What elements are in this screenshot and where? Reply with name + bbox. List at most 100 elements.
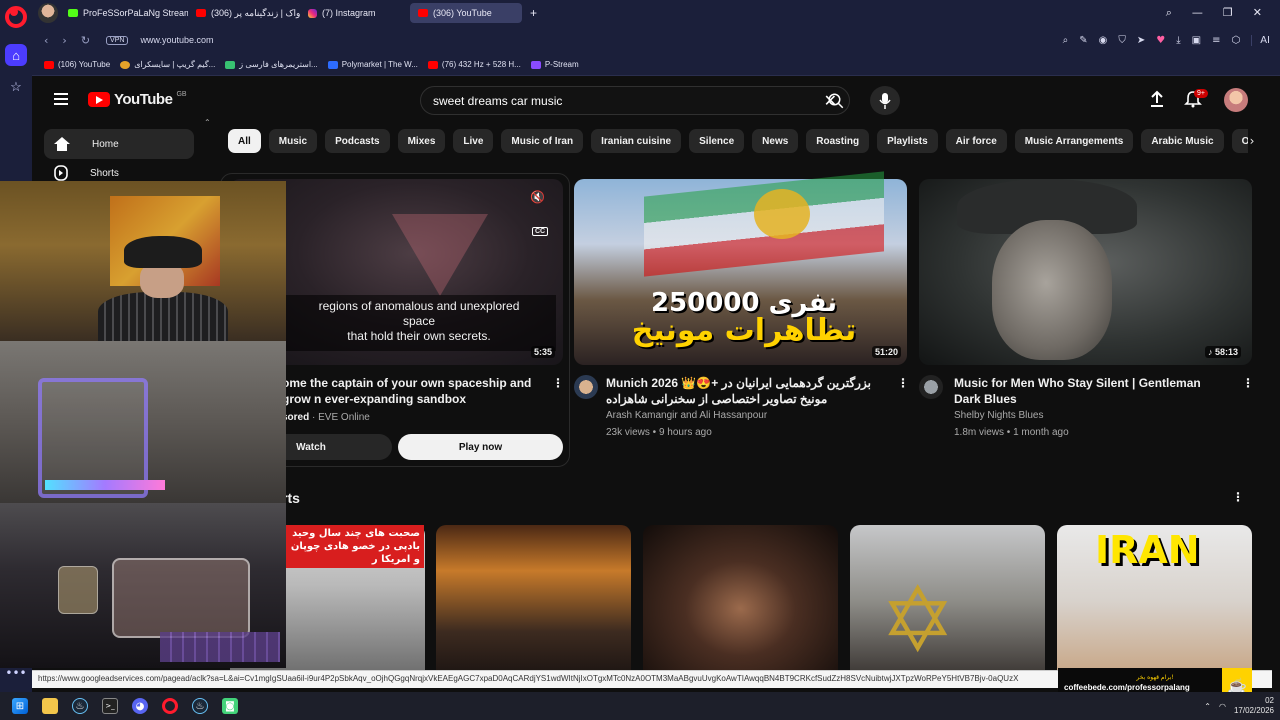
captions-button[interactable]: CC	[532, 227, 549, 236]
thumbnail-text: 250000 نفری تظاهرات مونیخ	[614, 289, 874, 348]
more-icon[interactable]: •••	[0, 666, 32, 680]
network-icon[interactable]: ◠	[1219, 702, 1226, 711]
face-shape	[992, 220, 1112, 360]
sponsored-label: sored	[282, 412, 310, 423]
chevron-right-icon[interactable]: ›	[1240, 129, 1264, 153]
sidebar-item-home[interactable]: Home	[44, 129, 194, 159]
chevron-up-icon[interactable]: ⌃	[1204, 702, 1211, 711]
chip-air-force[interactable]: Air force	[945, 129, 1007, 153]
channel-name[interactable]: Shelby Nights Blues	[954, 407, 1044, 424]
caption-line: space	[402, 314, 436, 328]
windows-start-icon[interactable]: ⊞	[12, 698, 28, 714]
play-now-button[interactable]: Play now	[398, 434, 563, 460]
url-field[interactable]: www.youtube.com	[140, 35, 213, 45]
tab-label: (306) YouTube	[433, 8, 492, 18]
avatar[interactable]	[1224, 88, 1248, 112]
opera-icon[interactable]	[162, 698, 178, 714]
youtube-logo[interactable]: YouTube GB	[88, 91, 187, 108]
chip-music-of-iran[interactable]: Music of Iran	[501, 129, 584, 153]
chevron-up-icon[interactable]: ⌃	[204, 118, 211, 127]
heart-icon[interactable]: ♥	[1156, 35, 1165, 46]
download-icon[interactable]: ⤓	[1176, 35, 1180, 46]
ai-button[interactable]: AI	[1251, 34, 1270, 46]
lion-sun-emblem	[754, 189, 810, 239]
chip-playlists[interactable]: Playlists	[877, 129, 938, 153]
steam-icon[interactable]: ♨	[192, 698, 208, 714]
channel-name[interactable]: Arash Kamangir and Ali Hassanpour	[606, 407, 767, 424]
chat-app-icon[interactable]: ◙	[222, 698, 238, 714]
bookmark-item[interactable]: استریمرهای فارسی ز...	[225, 60, 318, 69]
terminal-icon[interactable]: >_	[102, 698, 118, 714]
video-title[interactable]: Music for Men Who Stay Silent | Gentlema…	[954, 375, 1224, 407]
chip-arabic-music[interactable]: Arabic Music	[1141, 129, 1224, 153]
search-tabs-icon[interactable]: ⌕	[1166, 6, 1172, 20]
chip-podcasts[interactable]: Podcasts	[325, 129, 390, 153]
bookmark-label: (76) 432 Hz + 528 H...	[441, 60, 521, 69]
tab-label: ProFeSSorPaLaNg Stream	[83, 8, 188, 18]
upload-button[interactable]	[1148, 90, 1166, 113]
bookmark-item[interactable]: Polymarket | The W...	[327, 60, 418, 69]
voice-search-button[interactable]	[870, 86, 900, 115]
vpn-badge[interactable]: VPN	[106, 35, 129, 45]
channel-avatar[interactable]	[919, 375, 943, 399]
search-input[interactable]: sweet dreams car music ✕	[420, 86, 850, 115]
short-card[interactable]	[436, 525, 631, 677]
maximize-icon[interactable]: ❐	[1223, 6, 1233, 20]
tab-savak[interactable]: (306) ساواک | زندگینامه پر...	[188, 3, 300, 23]
reload-icon[interactable]: ↻	[81, 34, 90, 47]
bookmark-item[interactable]: گیم گریپ | سایسکرای...	[120, 60, 215, 69]
chip-music-arrangements[interactable]: Music Arrangements	[1014, 129, 1134, 153]
bookmark-item[interactable]: P-Stream	[530, 60, 579, 69]
menu-icon[interactable]: ≡	[1212, 35, 1220, 46]
camera-icon[interactable]: ◉	[1099, 35, 1108, 46]
file-explorer-icon[interactable]	[42, 698, 58, 714]
new-tab-button[interactable]: +	[522, 3, 545, 23]
bookmark-item[interactable]: (106) YouTube	[44, 60, 110, 69]
thumbnail-title: تظاهرات مونیخ	[631, 313, 857, 348]
clock[interactable]: 02 17/02/2026	[1234, 696, 1274, 716]
chip-live[interactable]: Live	[453, 129, 494, 153]
back-icon[interactable]: ‹	[44, 34, 48, 47]
search-button[interactable]	[816, 87, 856, 114]
chip-mixes[interactable]: Mixes	[397, 129, 446, 153]
sidebar-item-label: Home	[92, 138, 119, 150]
hat-shape	[124, 236, 202, 268]
send-icon[interactable]: ➤	[1137, 35, 1145, 46]
chip-iranian-cuisine[interactable]: Iranian cuisine	[591, 129, 682, 153]
chip-roasting[interactable]: Roasting	[806, 129, 870, 153]
chip-silence[interactable]: Silence	[689, 129, 745, 153]
search-icon[interactable]: ⌕	[1063, 35, 1069, 46]
star-icon[interactable]: ☆	[5, 76, 27, 98]
system-tray: ⌃ ◠ 02 17/02/2026	[1204, 696, 1280, 716]
chip-news[interactable]: News	[752, 129, 799, 153]
edit-icon[interactable]: ✎	[1079, 35, 1087, 46]
more-icon[interactable]: ⋮	[897, 376, 909, 390]
more-icon[interactable]: ⋮	[552, 376, 564, 390]
more-icon[interactable]: ⋮	[1242, 376, 1254, 390]
chip-all[interactable]: All	[228, 129, 261, 153]
bookmark-label: P-Stream	[544, 60, 579, 69]
steam-icon[interactable]: ♨	[72, 698, 88, 714]
video-title[interactable]: Munich 2026 👑😍+ بزرگترین گردهمایی ایرانی…	[606, 375, 874, 407]
tab-instagram[interactable]: (7) Instagram	[300, 3, 410, 23]
extension-icon[interactable]: ⬡	[1231, 35, 1240, 46]
channel-avatar[interactable]	[574, 375, 598, 399]
more-icon[interactable]: ⋮	[1232, 490, 1244, 504]
tab-youtube[interactable]: (306) YouTube	[410, 3, 522, 23]
home-icon[interactable]: ⌂	[5, 44, 27, 66]
ad-title[interactable]: ome the captain of your own spaceship an…	[282, 375, 552, 407]
chip-music[interactable]: Music	[268, 129, 318, 153]
forward-icon[interactable]: ›	[62, 34, 66, 47]
bookmark-item[interactable]: (76) 432 Hz + 528 H...	[427, 60, 521, 69]
short-card[interactable]	[643, 525, 838, 677]
close-icon[interactable]: ✕	[1253, 6, 1262, 20]
discord-icon[interactable]: ◕	[132, 698, 148, 714]
minimize-icon[interactable]: —	[1192, 6, 1203, 20]
mute-icon[interactable]: 🔇	[530, 190, 545, 204]
menu-icon[interactable]	[54, 93, 68, 108]
tab-twitch[interactable]: ProFeSSorPaLaNg Stream	[60, 3, 188, 23]
shield-icon[interactable]: ⛉	[1118, 35, 1126, 46]
advertiser-name[interactable]: EVE Online	[318, 412, 370, 423]
wallet-icon[interactable]: ▣	[1192, 35, 1201, 46]
youtube-icon	[196, 9, 206, 17]
